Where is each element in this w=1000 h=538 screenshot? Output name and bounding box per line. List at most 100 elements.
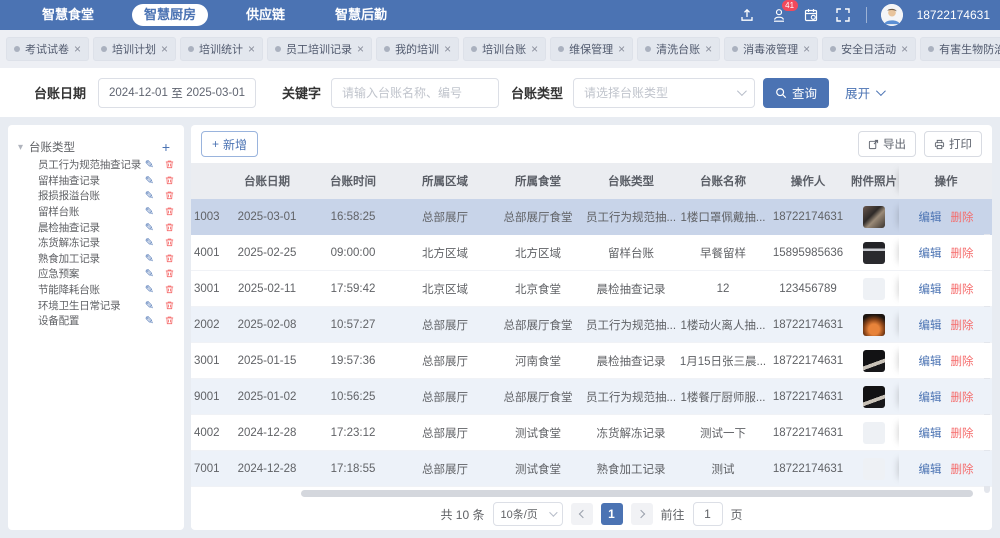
- delete-link[interactable]: 删除: [951, 245, 974, 261]
- tab[interactable]: 我的培训 ×: [376, 37, 459, 61]
- tab-close-icon[interactable]: ×: [618, 43, 625, 55]
- edit-link[interactable]: 编辑: [919, 461, 942, 477]
- calendar-icon[interactable]: [802, 6, 820, 24]
- upload-icon[interactable]: [738, 6, 756, 24]
- tree-item[interactable]: 留样抽查记录 ✎: [18, 173, 178, 189]
- nav-item[interactable]: 供应链: [234, 4, 297, 26]
- tab[interactable]: 考试试卷 ×: [6, 37, 89, 61]
- tab[interactable]: 员工培训记录 ×: [267, 37, 372, 61]
- delete-icon[interactable]: [164, 284, 175, 295]
- page-size-select[interactable]: 10条/页: [493, 502, 563, 526]
- table-row[interactable]: 4002 2024-12-28 17:23:12 总部展厅 测试食堂 冻货解冻记…: [191, 415, 992, 451]
- goto-page-input[interactable]: [693, 502, 723, 526]
- nav-item[interactable]: 智慧后勤: [323, 4, 399, 26]
- tab[interactable]: 消毒液管理 ×: [724, 37, 818, 61]
- attachment-thumbnail[interactable]: [863, 350, 885, 372]
- date-end[interactable]: 2025-03-01: [186, 87, 245, 99]
- nav-item[interactable]: 智慧厨房: [132, 4, 208, 26]
- attachment-thumbnail[interactable]: [863, 386, 885, 408]
- delete-link[interactable]: 删除: [951, 389, 974, 405]
- table-row[interactable]: 3001 2025-02-11 17:59:42 北京区域 北京食堂 晨检抽查记…: [191, 271, 992, 307]
- tree-item[interactable]: 冻货解冻记录 ✎: [18, 235, 178, 251]
- delete-link[interactable]: 删除: [951, 461, 974, 477]
- edit-icon[interactable]: ✎: [145, 283, 154, 296]
- tree-item[interactable]: 环境卫生日常记录 ✎: [18, 297, 178, 313]
- tree-item[interactable]: 员工行为规范抽查记录 ✎: [18, 157, 178, 173]
- tab-close-icon[interactable]: ×: [803, 43, 810, 55]
- delete-icon[interactable]: [164, 237, 175, 248]
- edit-link[interactable]: 编辑: [919, 425, 942, 441]
- table-row[interactable]: 1003 2025-03-01 16:58:25 总部展厅 总部展厅食堂 员工行…: [191, 199, 992, 235]
- tree-item[interactable]: 设备配置 ✎: [18, 313, 178, 329]
- delete-icon[interactable]: [164, 268, 175, 279]
- add-type-icon[interactable]: +: [162, 139, 170, 155]
- prev-page-button[interactable]: [571, 503, 593, 525]
- tab-close-icon[interactable]: ×: [531, 43, 538, 55]
- tree-item[interactable]: 熟食加工记录 ✎: [18, 251, 178, 267]
- delete-icon[interactable]: [164, 300, 175, 311]
- edit-icon[interactable]: ✎: [145, 174, 154, 187]
- delete-link[interactable]: 删除: [951, 281, 974, 297]
- attachment-thumbnail[interactable]: [863, 278, 885, 300]
- edit-icon[interactable]: ✎: [145, 267, 154, 280]
- edit-icon[interactable]: ✎: [145, 189, 154, 202]
- fullscreen-icon[interactable]: [834, 6, 852, 24]
- delete-icon[interactable]: [164, 206, 175, 217]
- attachment-thumbnail[interactable]: [863, 206, 885, 228]
- attachment-thumbnail[interactable]: [863, 422, 885, 444]
- edit-link[interactable]: 编辑: [919, 317, 942, 333]
- page-number[interactable]: 1: [601, 503, 623, 525]
- tab[interactable]: 有害生物防治 ×: [920, 37, 1000, 61]
- date-range-picker[interactable]: 2024-12-01 至 2025-03-01: [98, 78, 256, 108]
- edit-icon[interactable]: ✎: [145, 314, 154, 327]
- add-button[interactable]: + 新增: [201, 131, 258, 157]
- delete-link[interactable]: 删除: [951, 209, 974, 225]
- tab-close-icon[interactable]: ×: [705, 43, 712, 55]
- nav-item[interactable]: 智慧食堂: [30, 4, 106, 26]
- edit-link[interactable]: 编辑: [919, 389, 942, 405]
- tab[interactable]: 清洗台账 ×: [637, 37, 720, 61]
- tab-close-icon[interactable]: ×: [444, 43, 451, 55]
- delete-icon[interactable]: [164, 315, 175, 326]
- tab[interactable]: 培训台账 ×: [463, 37, 546, 61]
- tree-item[interactable]: 应急预案 ✎: [18, 266, 178, 282]
- delete-icon[interactable]: [164, 190, 175, 201]
- tab-close-icon[interactable]: ×: [901, 43, 908, 55]
- tree-item[interactable]: 留样台账 ✎: [18, 204, 178, 220]
- tab-close-icon[interactable]: ×: [248, 43, 255, 55]
- edit-link[interactable]: 编辑: [919, 209, 942, 225]
- edit-link[interactable]: 编辑: [919, 281, 942, 297]
- edit-icon[interactable]: ✎: [145, 299, 154, 312]
- tab-close-icon[interactable]: ×: [161, 43, 168, 55]
- table-row[interactable]: 4001 2025-02-25 09:00:00 北方区域 北方区域 留样台账 …: [191, 235, 992, 271]
- user-phone[interactable]: 18722174631: [917, 8, 990, 22]
- date-start[interactable]: 2024-12-01: [109, 87, 168, 99]
- type-select[interactable]: 请选择台账类型: [573, 78, 755, 108]
- tab-close-icon[interactable]: ×: [74, 43, 81, 55]
- search-button[interactable]: 查询: [763, 78, 829, 108]
- tree-collapse-icon[interactable]: ▾: [18, 142, 23, 153]
- horizontal-scrollbar[interactable]: [301, 490, 973, 497]
- edit-icon[interactable]: ✎: [145, 252, 154, 265]
- attachment-thumbnail[interactable]: [863, 458, 885, 480]
- edit-icon[interactable]: ✎: [145, 158, 154, 171]
- tab[interactable]: 培训计划 ×: [93, 37, 176, 61]
- expand-toggle[interactable]: 展开: [845, 83, 883, 102]
- edit-link[interactable]: 编辑: [919, 353, 942, 369]
- edit-link[interactable]: 编辑: [919, 245, 942, 261]
- user-avatar[interactable]: [881, 4, 903, 26]
- edit-icon[interactable]: ✎: [145, 236, 154, 249]
- keyword-input[interactable]: [331, 78, 499, 108]
- attachment-thumbnail[interactable]: [863, 314, 885, 336]
- tree-item[interactable]: 节能降耗台账 ✎: [18, 282, 178, 298]
- edit-icon[interactable]: ✎: [145, 221, 154, 234]
- table-row[interactable]: 3001 2025-01-15 19:57:36 总部展厅 河南食堂 晨检抽查记…: [191, 343, 992, 379]
- tab[interactable]: 安全日活动 ×: [822, 37, 916, 61]
- table-row[interactable]: 2002 2025-02-08 10:57:27 总部展厅 总部展厅食堂 员工行…: [191, 307, 992, 343]
- delete-icon[interactable]: [164, 253, 175, 264]
- print-button[interactable]: 打印: [924, 131, 982, 157]
- tree-item[interactable]: 报损报溢台账 ✎: [18, 188, 178, 204]
- edit-icon[interactable]: ✎: [145, 205, 154, 218]
- next-page-button[interactable]: [631, 503, 653, 525]
- delete-icon[interactable]: [164, 159, 175, 170]
